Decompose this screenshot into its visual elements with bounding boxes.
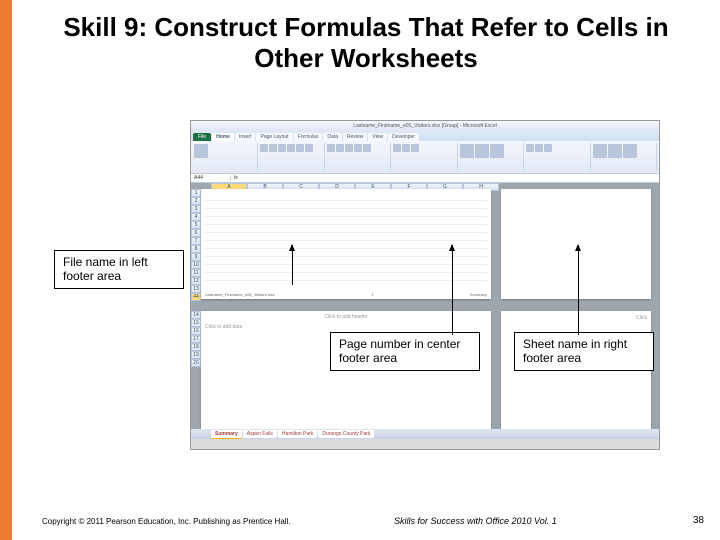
sheet-area: A B C D E F G H 1 2 3 4 5 6 7 8 9 10 11 (191, 183, 659, 439)
formula-bar: A44 fx (191, 173, 659, 183)
callout-left-footer: File name in left footer area (54, 250, 184, 289)
row-11[interactable]: 11 (191, 269, 201, 277)
bold-icon[interactable] (260, 144, 268, 152)
ribbon-body (191, 141, 659, 173)
slide-title: Skill 9: Construct Formulas That Refer t… (12, 0, 720, 82)
tab-developer[interactable]: Developer (388, 133, 419, 141)
row-10[interactable]: 10 (191, 261, 201, 269)
format-table-icon[interactable] (475, 144, 489, 158)
tab-data[interactable]: Data (323, 133, 342, 141)
footer-center: 1 (371, 292, 373, 297)
footer-right: Summary (470, 292, 487, 297)
row-17[interactable]: 17 (191, 335, 201, 343)
row-7[interactable]: 7 (191, 237, 201, 245)
row-44[interactable]: 44 (191, 293, 201, 301)
align-center-icon[interactable] (336, 144, 344, 152)
row-12[interactable]: 12 (191, 277, 201, 285)
row-15[interactable]: 15 (191, 319, 201, 327)
header-placeholder[interactable]: Click to add header (201, 311, 491, 320)
row-16[interactable]: 16 (191, 327, 201, 335)
page-1: Lastname_Firstname_e05_Visitors.xlsx 1 S… (201, 189, 491, 299)
row-6[interactable]: 6 (191, 229, 201, 237)
slide-body: Skill 9: Construct Formulas That Refer t… (12, 0, 720, 540)
arrow-icon (292, 245, 293, 285)
autosum-icon[interactable] (593, 144, 607, 158)
tab-pagelayout[interactable]: Page Layout (256, 133, 292, 141)
worksheet-tabs: Summary Aspen Falls Hamilton Park Durang… (191, 429, 659, 439)
font-color-icon[interactable] (305, 144, 313, 152)
row-18[interactable]: 18 (191, 343, 201, 351)
copyright: Copyright © 2011 Pearson Education, Inc.… (42, 517, 291, 526)
row-headers-bottom: 14 15 16 17 18 19 20 (191, 311, 201, 367)
cond-format-icon[interactable] (460, 144, 474, 158)
side-placeholder[interactable]: Click (501, 311, 651, 325)
align-left-icon[interactable] (327, 144, 335, 152)
delete-icon[interactable] (535, 144, 543, 152)
border-icon[interactable] (287, 144, 295, 152)
format-icon[interactable] (544, 144, 552, 152)
ws-tab-hamilton[interactable]: Hamilton Park (278, 430, 317, 438)
row-14[interactable]: 14 (191, 311, 201, 319)
ws-tab-durango[interactable]: Durango County Park (318, 430, 374, 438)
name-box[interactable]: A44 (191, 175, 231, 181)
row-2[interactable]: 2 (191, 197, 201, 205)
window-titlebar: Lastname_Firstname_e05_Visitors.xlsx [Gr… (191, 121, 659, 131)
row-headers-top: 1 2 3 4 5 6 7 8 9 10 11 12 13 44 (191, 189, 201, 301)
callout-right-footer: Sheet name in right footer area (514, 332, 654, 371)
tab-insert[interactable]: Insert (235, 133, 256, 141)
book-title: Skills for Success with Office 2010 Vol.… (394, 516, 557, 526)
row-5[interactable]: 5 (191, 221, 201, 229)
tab-home[interactable]: Home (212, 133, 234, 141)
accent-bar (0, 0, 12, 540)
row-19[interactable]: 19 (191, 351, 201, 359)
align-right-icon[interactable] (345, 144, 353, 152)
find-select-icon[interactable] (623, 144, 637, 158)
fill-icon[interactable] (296, 144, 304, 152)
excel-screenshot: Lastname_Firstname_e05_Visitors.xlsx [Gr… (190, 120, 660, 450)
italic-icon[interactable] (269, 144, 277, 152)
row-20[interactable]: 20 (191, 359, 201, 367)
page-3: Click to add header Click to add data (201, 311, 491, 431)
row-13[interactable]: 13 (191, 285, 201, 293)
cell-styles-icon[interactable] (490, 144, 504, 158)
wrap-icon[interactable] (354, 144, 362, 152)
row-4[interactable]: 4 (191, 213, 201, 221)
underline-icon[interactable] (278, 144, 286, 152)
file-tab[interactable]: File (193, 133, 211, 141)
ribbon: File Home Insert Page Layout Formulas Da… (191, 131, 659, 173)
currency-icon[interactable] (393, 144, 401, 152)
comma-icon[interactable] (411, 144, 419, 152)
arrow-icon (578, 245, 579, 335)
page-4: Click (501, 311, 651, 431)
ws-tab-aspen[interactable]: Aspen Falls (243, 430, 277, 438)
ws-tab-summary[interactable]: Summary (211, 430, 242, 439)
callout-center-footer: Page number in center footer area (330, 332, 480, 371)
paste-icon[interactable] (194, 144, 208, 158)
row-9[interactable]: 9 (191, 253, 201, 261)
tab-formulas[interactable]: Formulas (294, 133, 323, 141)
row-1[interactable]: 1 (191, 189, 201, 197)
merge-icon[interactable] (363, 144, 371, 152)
footer-left: Lastname_Firstname_e05_Visitors.xlsx (205, 292, 275, 297)
percent-icon[interactable] (402, 144, 410, 152)
row-8[interactable]: 8 (191, 245, 201, 253)
page1-footer: Lastname_Firstname_e05_Visitors.xlsx 1 S… (205, 292, 487, 297)
tab-view[interactable]: View (368, 133, 387, 141)
page-number: 38 (693, 515, 704, 526)
row-3[interactable]: 3 (191, 205, 201, 213)
arrow-icon (452, 245, 453, 335)
ribbon-tabs: File Home Insert Page Layout Formulas Da… (191, 131, 659, 141)
insert-icon[interactable] (526, 144, 534, 152)
fx-icon[interactable]: fx (231, 175, 241, 181)
tab-review[interactable]: Review (343, 133, 367, 141)
sort-filter-icon[interactable] (608, 144, 622, 158)
